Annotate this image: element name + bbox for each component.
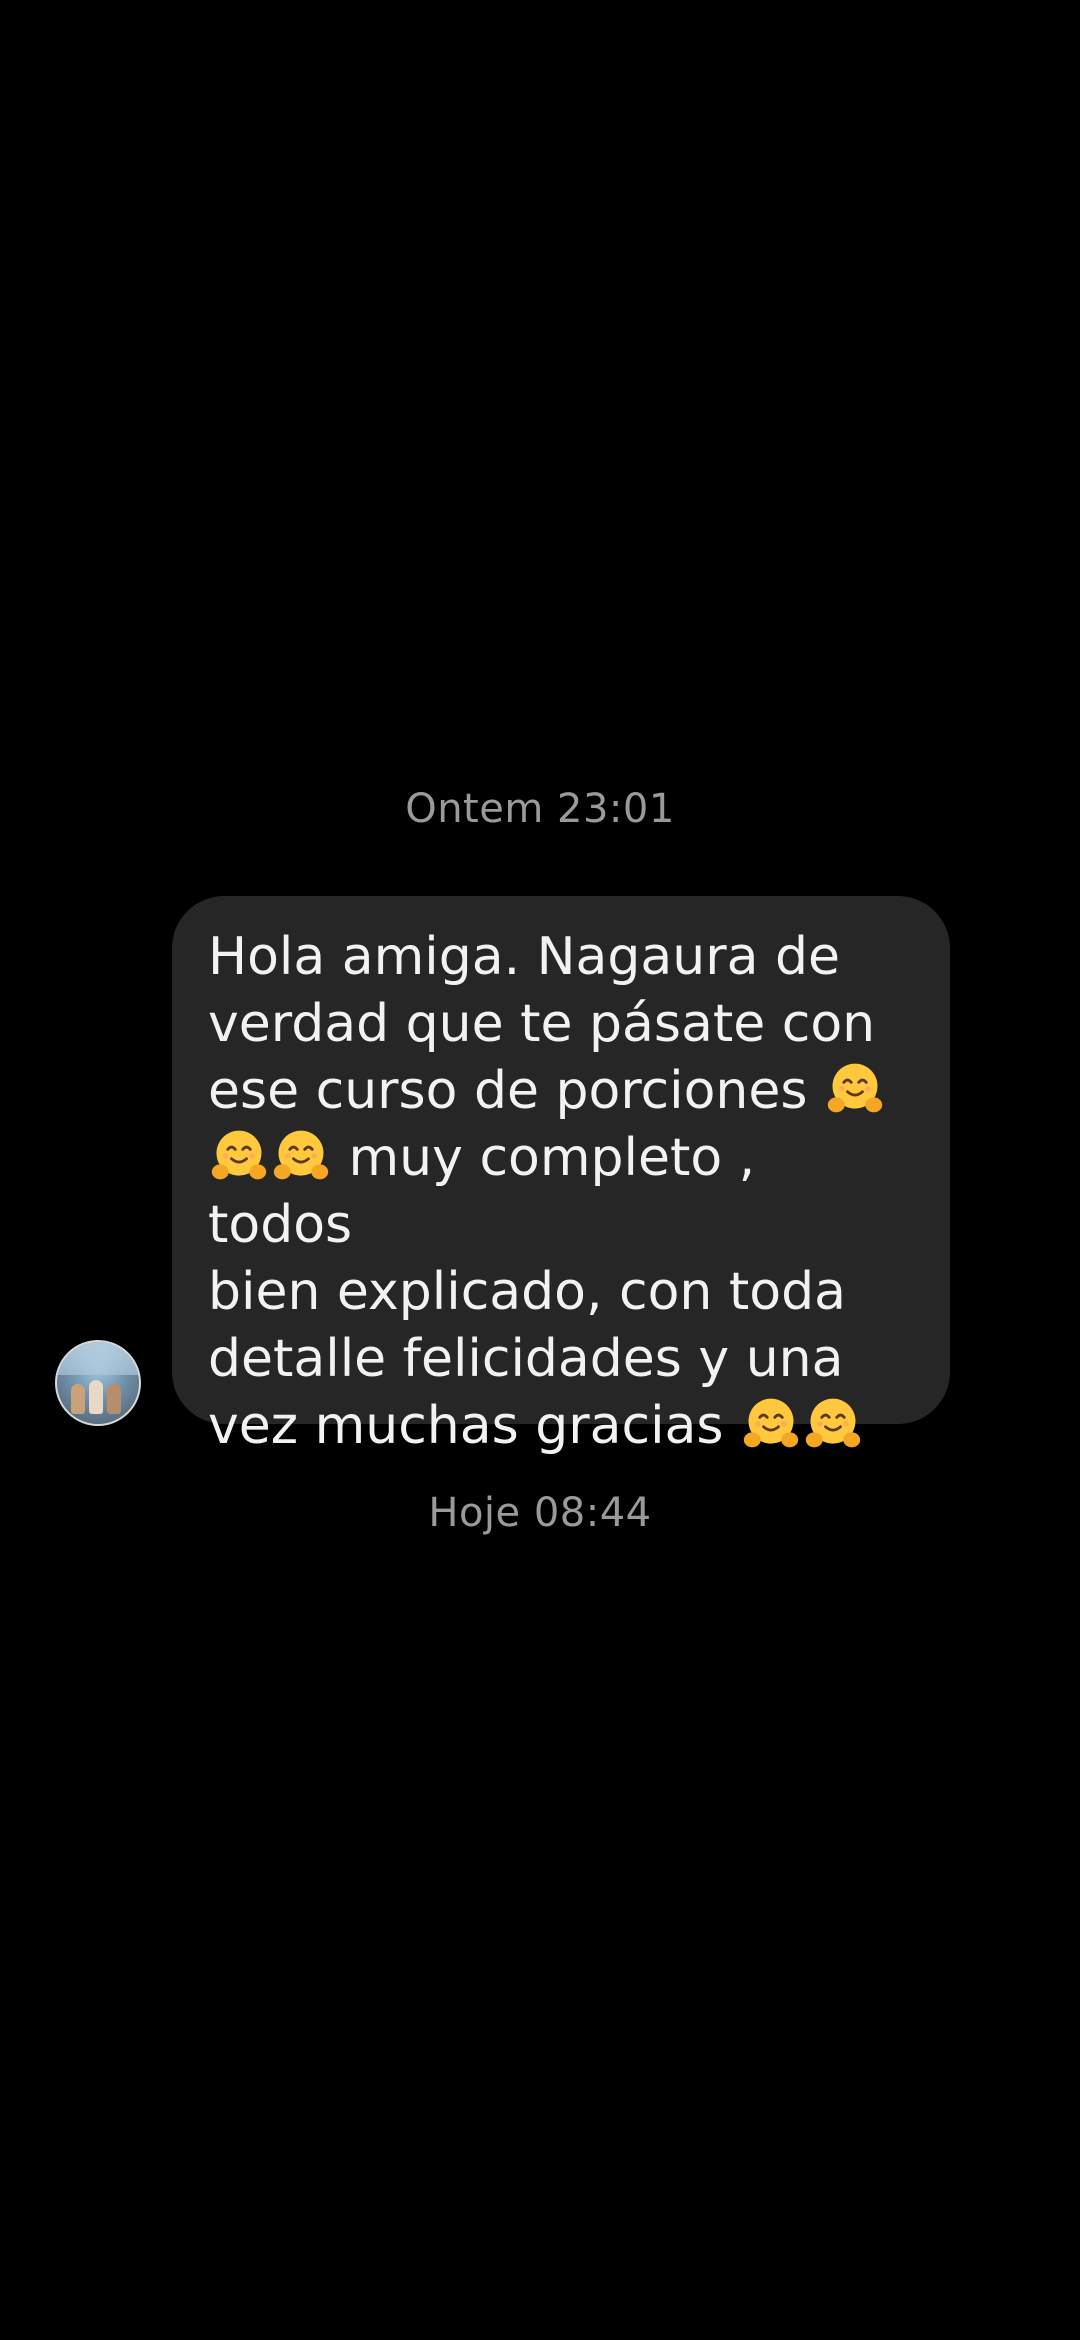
- chat-screen: Ontem 23:01 Hola amiga. Nagaura de verda…: [0, 0, 1080, 2340]
- message-text: Hola amiga. Nagaura de verdad que te pás…: [208, 924, 914, 1460]
- message-line: detalle felicidades y una: [208, 1329, 844, 1389]
- avatar-person: [71, 1384, 85, 1414]
- message-line: ese curso de porciones: [208, 1061, 808, 1121]
- message-line: vez muchas gracias: [208, 1396, 724, 1456]
- hugging-face-emoji-icon: [827, 1063, 883, 1113]
- incoming-message-row: Hola amiga. Nagaura de verdad que te pás…: [0, 896, 1080, 1456]
- message-line: verdad que te pásate con: [208, 994, 876, 1054]
- avatar-person: [107, 1384, 121, 1414]
- hugging-face-emoji-icon: [743, 1398, 799, 1448]
- hugging-face-emoji-icon: [273, 1130, 329, 1180]
- timestamp-yesterday: Ontem 23:01: [405, 786, 675, 832]
- hugging-face-emoji-icon: [211, 1130, 267, 1180]
- timestamp-today: Hoje 08:44: [428, 1490, 652, 1536]
- hugging-face-emoji-icon: [805, 1398, 861, 1448]
- message-bubble[interactable]: Hola amiga. Nagaura de verdad que te pás…: [172, 896, 950, 1456]
- avatar-photo-sky: [57, 1342, 139, 1375]
- contact-avatar[interactable]: [55, 1340, 141, 1426]
- message-line: bien explicado, con toda: [208, 1262, 846, 1322]
- avatar-person: [89, 1380, 103, 1414]
- message-line: Hola amiga. Nagaura de: [208, 927, 841, 987]
